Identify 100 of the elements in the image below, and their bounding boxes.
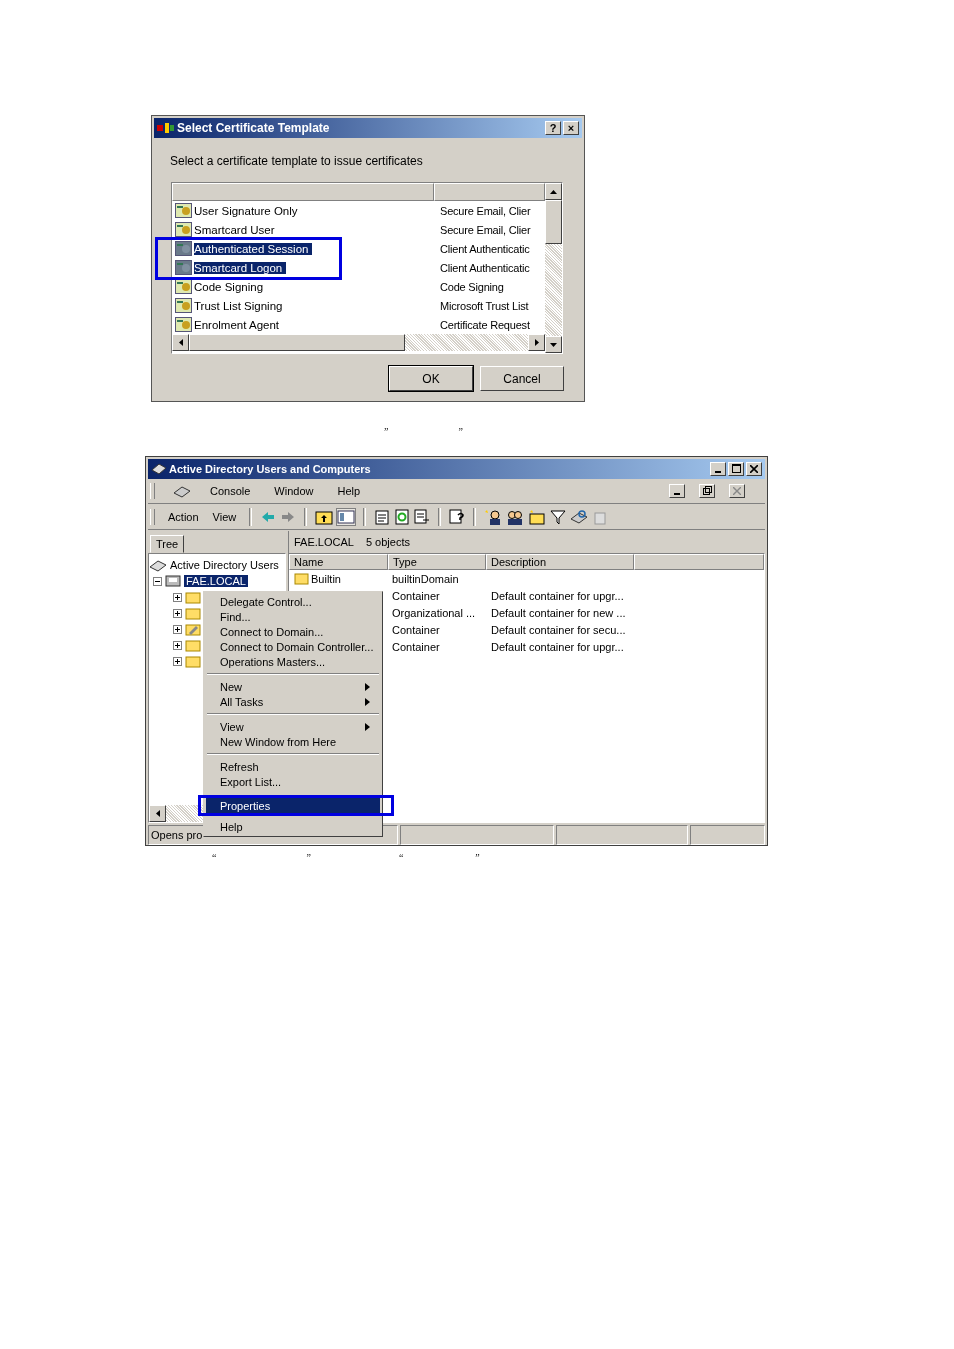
template-name[interactable]: Trust List Signing — [194, 299, 283, 312]
column-header[interactable] — [172, 183, 434, 201]
template-name[interactable]: Code Signing — [194, 280, 264, 293]
menu-item[interactable]: Console — [205, 484, 256, 497]
certificate-icon — [175, 260, 192, 275]
tree-item[interactable]: FAE.LOCAL — [184, 575, 248, 588]
minimize-button[interactable] — [669, 483, 685, 498]
template-purpose: Secure Email, Clier — [440, 223, 531, 236]
menu-item[interactable]: Connect to Domain... — [206, 624, 380, 639]
menu-item[interactable]: Find... — [206, 609, 380, 624]
directory-icon — [151, 462, 167, 476]
menu-item[interactable]: All Tasks — [206, 694, 380, 709]
export-list-icon[interactable] — [414, 508, 431, 525]
expand-toggle[interactable] — [173, 656, 182, 666]
template-purpose: Secure Email, Clier — [440, 204, 531, 217]
table-cell-text: Default container for upgr... — [490, 589, 625, 602]
menu-item[interactable]: Operations Masters... — [206, 654, 380, 669]
certificate-icon — [175, 317, 192, 332]
close-icon — [733, 486, 741, 495]
menu-item[interactable]: New — [206, 679, 380, 694]
scroll-left-icon[interactable] — [178, 339, 183, 346]
new-group-icon[interactable] — [506, 508, 525, 525]
column-header[interactable]: Description — [486, 554, 634, 571]
table-cell-text: builtinDomain — [391, 572, 460, 585]
maximize-icon — [731, 464, 741, 474]
menu-item[interactable]: View — [207, 510, 242, 523]
expand-toggle[interactable] — [173, 640, 182, 650]
quote-mark: “ — [212, 852, 217, 865]
menu-item[interactable]: Help — [332, 484, 366, 497]
close-button[interactable] — [746, 461, 762, 476]
template-name[interactable]: User Signature Only — [194, 204, 298, 217]
folder-up-icon[interactable] — [315, 508, 334, 525]
folder-icon — [185, 654, 201, 668]
restore-button[interactable] — [699, 483, 715, 498]
window-title: Active Directory Users and Computers — [169, 462, 372, 475]
object-count: 5 objects — [365, 536, 410, 549]
menu-item[interactable]: New Window from Here — [206, 734, 380, 749]
template-name[interactable]: Smartcard User — [194, 223, 275, 236]
cancel-button[interactable]: Cancel — [480, 366, 564, 391]
ok-button[interactable]: OK — [389, 366, 473, 391]
close-button[interactable] — [729, 483, 745, 498]
menu-item[interactable]: Action — [163, 510, 204, 523]
table-cell: Builtin — [311, 572, 341, 585]
certificate-icon — [175, 222, 192, 237]
vertical-scrollbar[interactable] — [545, 183, 562, 353]
scroll-left-icon[interactable] — [155, 810, 160, 817]
table-cell-text: Default container for secu... — [490, 623, 627, 636]
column-header[interactable] — [433, 183, 545, 201]
folder-icon — [185, 622, 201, 636]
expand-toggle[interactable] — [153, 576, 162, 586]
refresh-icon[interactable] — [394, 508, 411, 525]
template-name[interactable]: Smartcard Logon — [194, 261, 287, 274]
menu-item[interactable]: Export List... — [206, 774, 380, 789]
column-header[interactable]: Name — [289, 554, 388, 571]
horizontal-scrollbar[interactable] — [172, 334, 545, 351]
template-name[interactable]: Enrolment Agent — [194, 318, 280, 331]
minimize-icon — [715, 470, 721, 473]
menu-item[interactable]: Delegate Control... — [206, 594, 380, 609]
menu-item[interactable]: Refresh — [206, 759, 380, 774]
new-user-icon[interactable] — [484, 508, 503, 525]
expand-toggle[interactable] — [173, 608, 182, 618]
submenu-arrow-icon — [365, 722, 370, 731]
properties-icon[interactable] — [374, 508, 391, 525]
table-cell-text: Default container for upgr... — [490, 640, 625, 653]
quote-mark: ” — [458, 426, 463, 439]
close-button[interactable]: × — [563, 121, 579, 135]
maximize-button[interactable] — [728, 461, 744, 476]
close-icon — [750, 464, 758, 473]
help-icon[interactable] — [449, 508, 466, 525]
minimize-button[interactable] — [710, 461, 726, 476]
tree-item[interactable]: Active Directory Users — [170, 559, 279, 572]
minimize-icon — [674, 492, 680, 495]
certificate-icon — [175, 298, 192, 313]
help-button[interactable]: ? — [545, 121, 561, 135]
menu-item[interactable]: View — [206, 719, 380, 734]
table-cell-text: Container — [391, 640, 441, 653]
tree-pane-icon[interactable] — [337, 508, 356, 525]
template-name[interactable]: Authenticated Session — [194, 242, 313, 255]
template-purpose: Client Authenticatic — [440, 261, 530, 274]
find-icon[interactable] — [570, 508, 589, 525]
menu-item[interactable]: Connect to Domain Controller... — [206, 639, 380, 654]
column-header[interactable]: Type — [388, 554, 486, 571]
window-title: Select Certificate Template — [177, 121, 331, 135]
instruction-text: Select a certificate template to issue certificates — [170, 154, 424, 170]
expand-toggle[interactable] — [173, 624, 182, 634]
template-purpose: Client Authenticatic — [440, 242, 530, 255]
menu-item[interactable]: Properties — [206, 798, 380, 813]
new-folder-icon[interactable] — [528, 508, 547, 525]
domain-icon — [165, 574, 181, 589]
column-header[interactable] — [634, 554, 764, 571]
menu-item[interactable]: Window — [269, 484, 319, 497]
table-cell-text: Container — [391, 589, 441, 602]
expand-toggle[interactable] — [173, 592, 182, 602]
scroll-down-icon[interactable] — [550, 342, 557, 347]
scroll-up-icon[interactable] — [550, 189, 557, 194]
scroll-right-icon[interactable] — [534, 339, 539, 346]
tree-tab[interactable]: Tree — [150, 535, 185, 554]
filter-icon[interactable] — [550, 508, 567, 525]
certificate-icon — [157, 122, 175, 134]
table-cell-text: Default container for new ... — [490, 606, 627, 619]
